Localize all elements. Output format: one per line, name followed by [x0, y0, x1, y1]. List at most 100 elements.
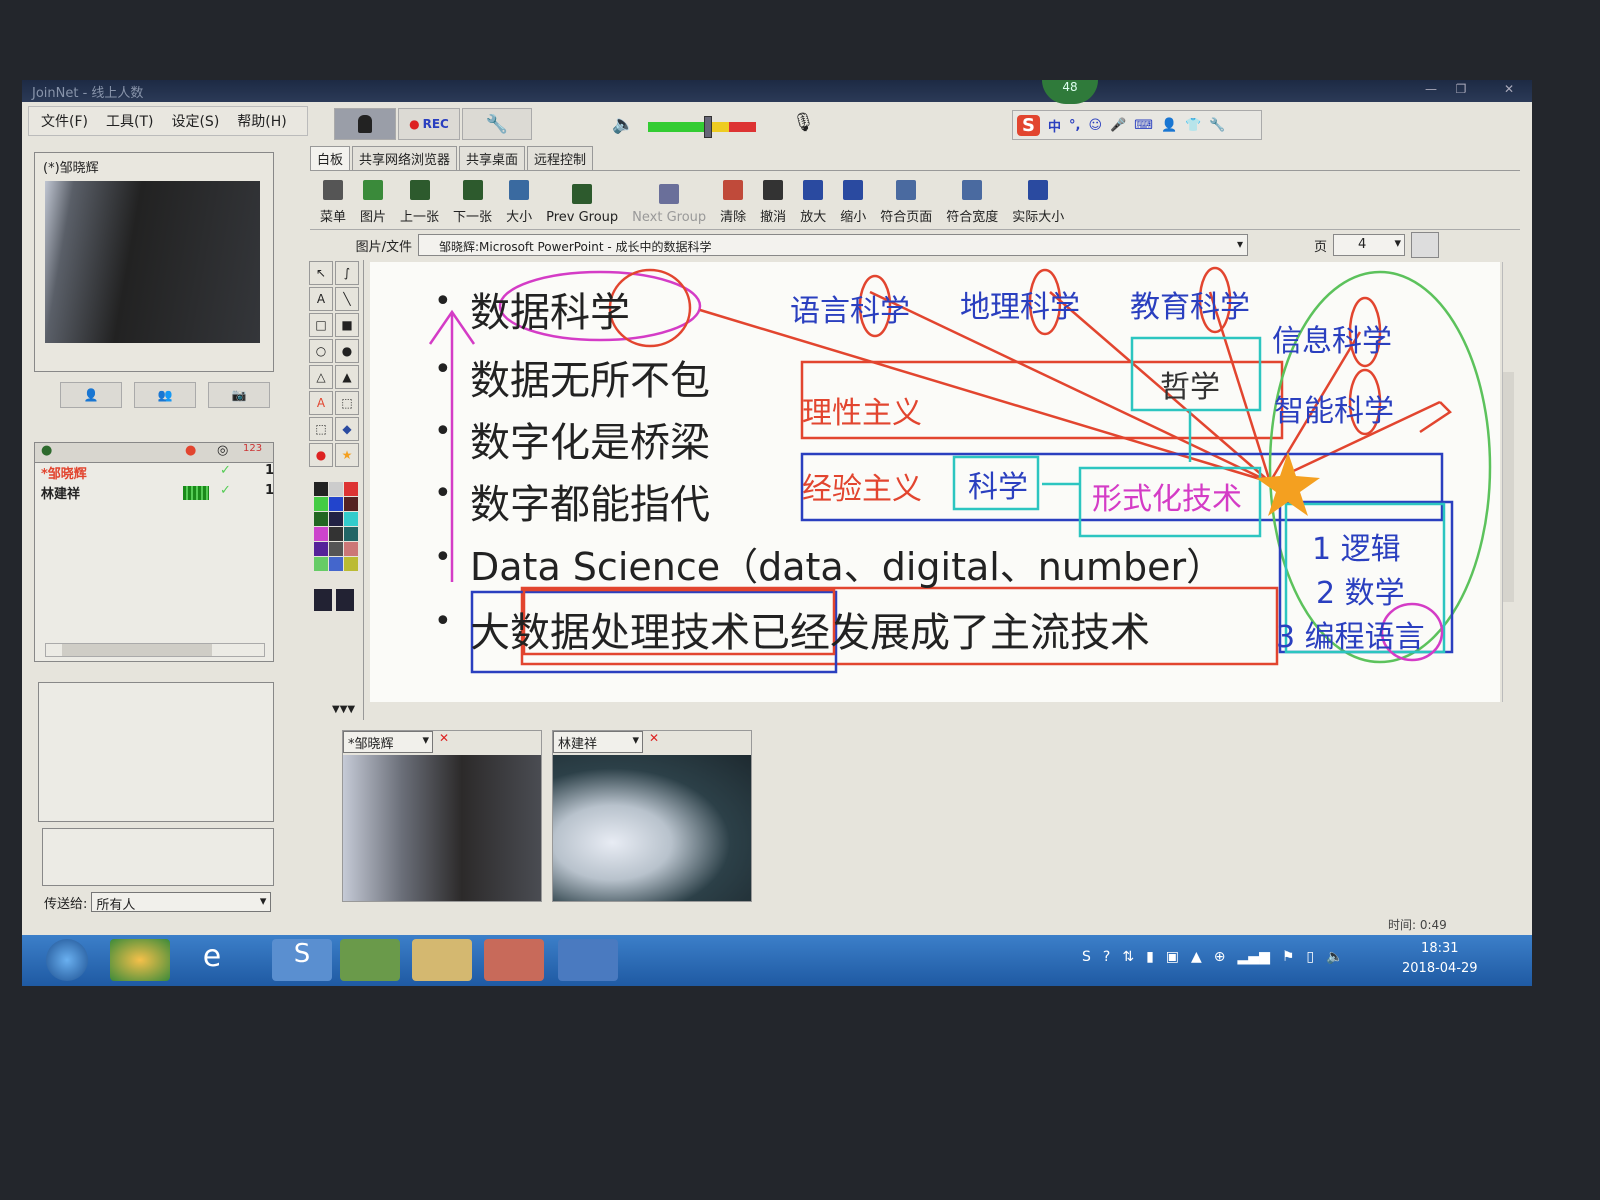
signal-icon[interactable]: ▂▄▆	[1238, 949, 1270, 965]
help-tray-icon[interactable]: ?	[1103, 949, 1110, 965]
folder-icon[interactable]	[412, 939, 472, 981]
toolbar-button-fit-width[interactable]: 符合宽度	[946, 180, 998, 229]
toolbar-button-clear[interactable]: 清除	[720, 180, 746, 229]
taskbar-app-icon[interactable]	[110, 939, 170, 981]
tab-whiteboard[interactable]: 白板	[310, 146, 351, 170]
volume-slider[interactable]	[648, 116, 756, 138]
color-swatch[interactable]	[344, 527, 358, 541]
chat-input[interactable]	[42, 828, 274, 886]
ime-punct[interactable]: °,	[1069, 118, 1080, 133]
toolbar-button-previous[interactable]: 上一张	[400, 180, 439, 229]
minimize-button[interactable]: —	[1418, 82, 1444, 98]
color-swatch[interactable]	[314, 542, 328, 556]
start-button[interactable]	[46, 939, 88, 981]
color-swatch[interactable]	[329, 542, 343, 556]
menu-tools[interactable]: 工具(T)	[106, 111, 153, 131]
ie-icon[interactable]: e	[182, 939, 242, 981]
close-video-icon[interactable]: ✕	[439, 731, 449, 745]
polygon-tool[interactable]: △	[309, 365, 333, 389]
keyboard-icon[interactable]: ⌨	[1134, 118, 1153, 133]
sogou-taskbar-icon[interactable]: S	[272, 939, 332, 981]
toolbar-button-next-group[interactable]: Next Group	[632, 184, 706, 229]
star-stamp-tool[interactable]: ★	[335, 443, 359, 467]
toolbar-button-zoom-out[interactable]: 缩小	[840, 180, 866, 229]
ime-mic-icon[interactable]: 🎤	[1110, 118, 1126, 133]
filled-ellipse-tool[interactable]: ●	[335, 339, 359, 363]
taskbar-app-icon[interactable]	[340, 939, 400, 981]
microphone-icon[interactable]: 🎙	[792, 112, 815, 133]
presenter-button[interactable]	[334, 108, 396, 140]
sogou-tray-icon[interactable]: S	[1082, 949, 1091, 965]
send-to-select[interactable]: 所有人 ▾	[91, 892, 272, 913]
color-swatch[interactable]	[344, 542, 358, 556]
horizontal-scrollbar[interactable]	[45, 643, 265, 657]
close-button[interactable]: ✕	[1496, 82, 1522, 98]
snapshot-button[interactable]: 📷	[208, 382, 270, 408]
flag-icon[interactable]: ⚑	[1282, 949, 1295, 965]
slide-vertical-scrollbar[interactable]	[1502, 262, 1514, 702]
color-swatch[interactable]	[314, 512, 328, 526]
scrollbar-thumb[interactable]	[1503, 372, 1514, 602]
toolbar-button-size[interactable]: 大小	[506, 180, 532, 229]
filled-polygon-tool[interactable]: ▲	[335, 365, 359, 389]
video-source-select[interactable]: *邹晓辉 ▾	[343, 731, 433, 753]
highlight-text-tool[interactable]: A	[309, 391, 333, 415]
group-button[interactable]: 👥	[134, 382, 196, 408]
color-swatch[interactable]	[344, 557, 358, 571]
menu-file[interactable]: 文件(F)	[41, 111, 88, 131]
toolbar-button-undo[interactable]: 撤消	[760, 180, 786, 229]
fill-tool[interactable]: ◆	[335, 417, 359, 441]
rectangle-tool[interactable]: □	[309, 313, 333, 337]
filled-rectangle-tool[interactable]: ■	[335, 313, 359, 337]
toolbar-button-actual-size[interactable]: 实际大小	[1012, 180, 1064, 229]
page-options-button[interactable]	[1411, 232, 1440, 258]
ime-settings-icon[interactable]: 🔧	[1209, 118, 1225, 133]
usb-tray-icon[interactable]: ▮	[1146, 949, 1154, 965]
ellipse-tool[interactable]: ○	[309, 339, 333, 363]
video-source-select[interactable]: 林建祥 ▾	[553, 731, 643, 753]
color-swatch[interactable]	[344, 497, 358, 511]
toolbar-button-prev-group[interactable]: Prev Group	[546, 184, 618, 229]
color-swatch[interactable]	[314, 527, 328, 541]
toolbar-button-next[interactable]: 下一张	[453, 180, 492, 229]
vote-column-icon[interactable]: 123	[243, 443, 262, 454]
page-select[interactable]: 4 ▾	[1333, 234, 1406, 256]
toolbar-button-fit-page[interactable]: 符合页面	[880, 180, 932, 229]
power-icon[interactable]: ▯	[1306, 949, 1314, 965]
tray-app-icon[interactable]: ▣	[1166, 949, 1179, 965]
record-button[interactable]: ● REC	[398, 108, 460, 140]
color-swatch[interactable]	[314, 497, 328, 511]
network-tray-icon[interactable]: ⇅	[1122, 949, 1134, 965]
speaker-icon[interactable]: 🔈	[612, 114, 634, 135]
line-tool[interactable]: ╲	[335, 287, 359, 311]
toolbar-button-picture[interactable]: 图片	[360, 180, 386, 229]
line-width-thin[interactable]	[314, 589, 332, 611]
pointer-tool[interactable]: ↖	[309, 261, 333, 285]
file-select[interactable]: 邹晓辉:Microsoft PowerPoint - 成长中的数据科学 ▾	[418, 234, 1248, 256]
collapse-video-button[interactable]: ▼▼▼	[332, 704, 355, 715]
emoji-icon[interactable]: ☺	[1088, 118, 1102, 133]
text-tool[interactable]: A	[309, 287, 333, 311]
color-swatch[interactable]	[344, 482, 358, 496]
skin-icon[interactable]: 👕	[1185, 118, 1201, 133]
select-tool[interactable]: ⬚	[309, 417, 333, 441]
select-area-tool[interactable]: ⬚	[335, 391, 359, 415]
clock[interactable]: 18:31 2018-04-29	[1402, 939, 1478, 979]
color-swatch[interactable]	[344, 512, 358, 526]
tab-shared-desktop[interactable]: 共享桌面	[459, 146, 526, 170]
taskbar-app-icon[interactable]	[484, 939, 544, 981]
color-swatch[interactable]	[329, 497, 343, 511]
webcam-column-icon[interactable]: ◎	[217, 443, 228, 458]
restore-button[interactable]: ❐	[1448, 82, 1474, 98]
presenter-column-icon[interactable]: ●	[185, 443, 196, 458]
volume-icon[interactable]: 🔈	[1326, 949, 1343, 965]
toolbar-button-zoom-in[interactable]: 放大	[800, 180, 826, 229]
line-width-thick[interactable]	[336, 589, 354, 611]
volume-slider-thumb[interactable]	[704, 116, 712, 138]
color-swatch[interactable]	[329, 482, 343, 496]
settings-tool-button[interactable]: 🔧	[462, 108, 532, 140]
color-swatch[interactable]	[329, 527, 343, 541]
show-hidden-icons[interactable]: ▲	[1191, 949, 1202, 965]
user-icon[interactable]: 👤	[1161, 118, 1177, 133]
ime-mode[interactable]: 中	[1048, 116, 1061, 135]
